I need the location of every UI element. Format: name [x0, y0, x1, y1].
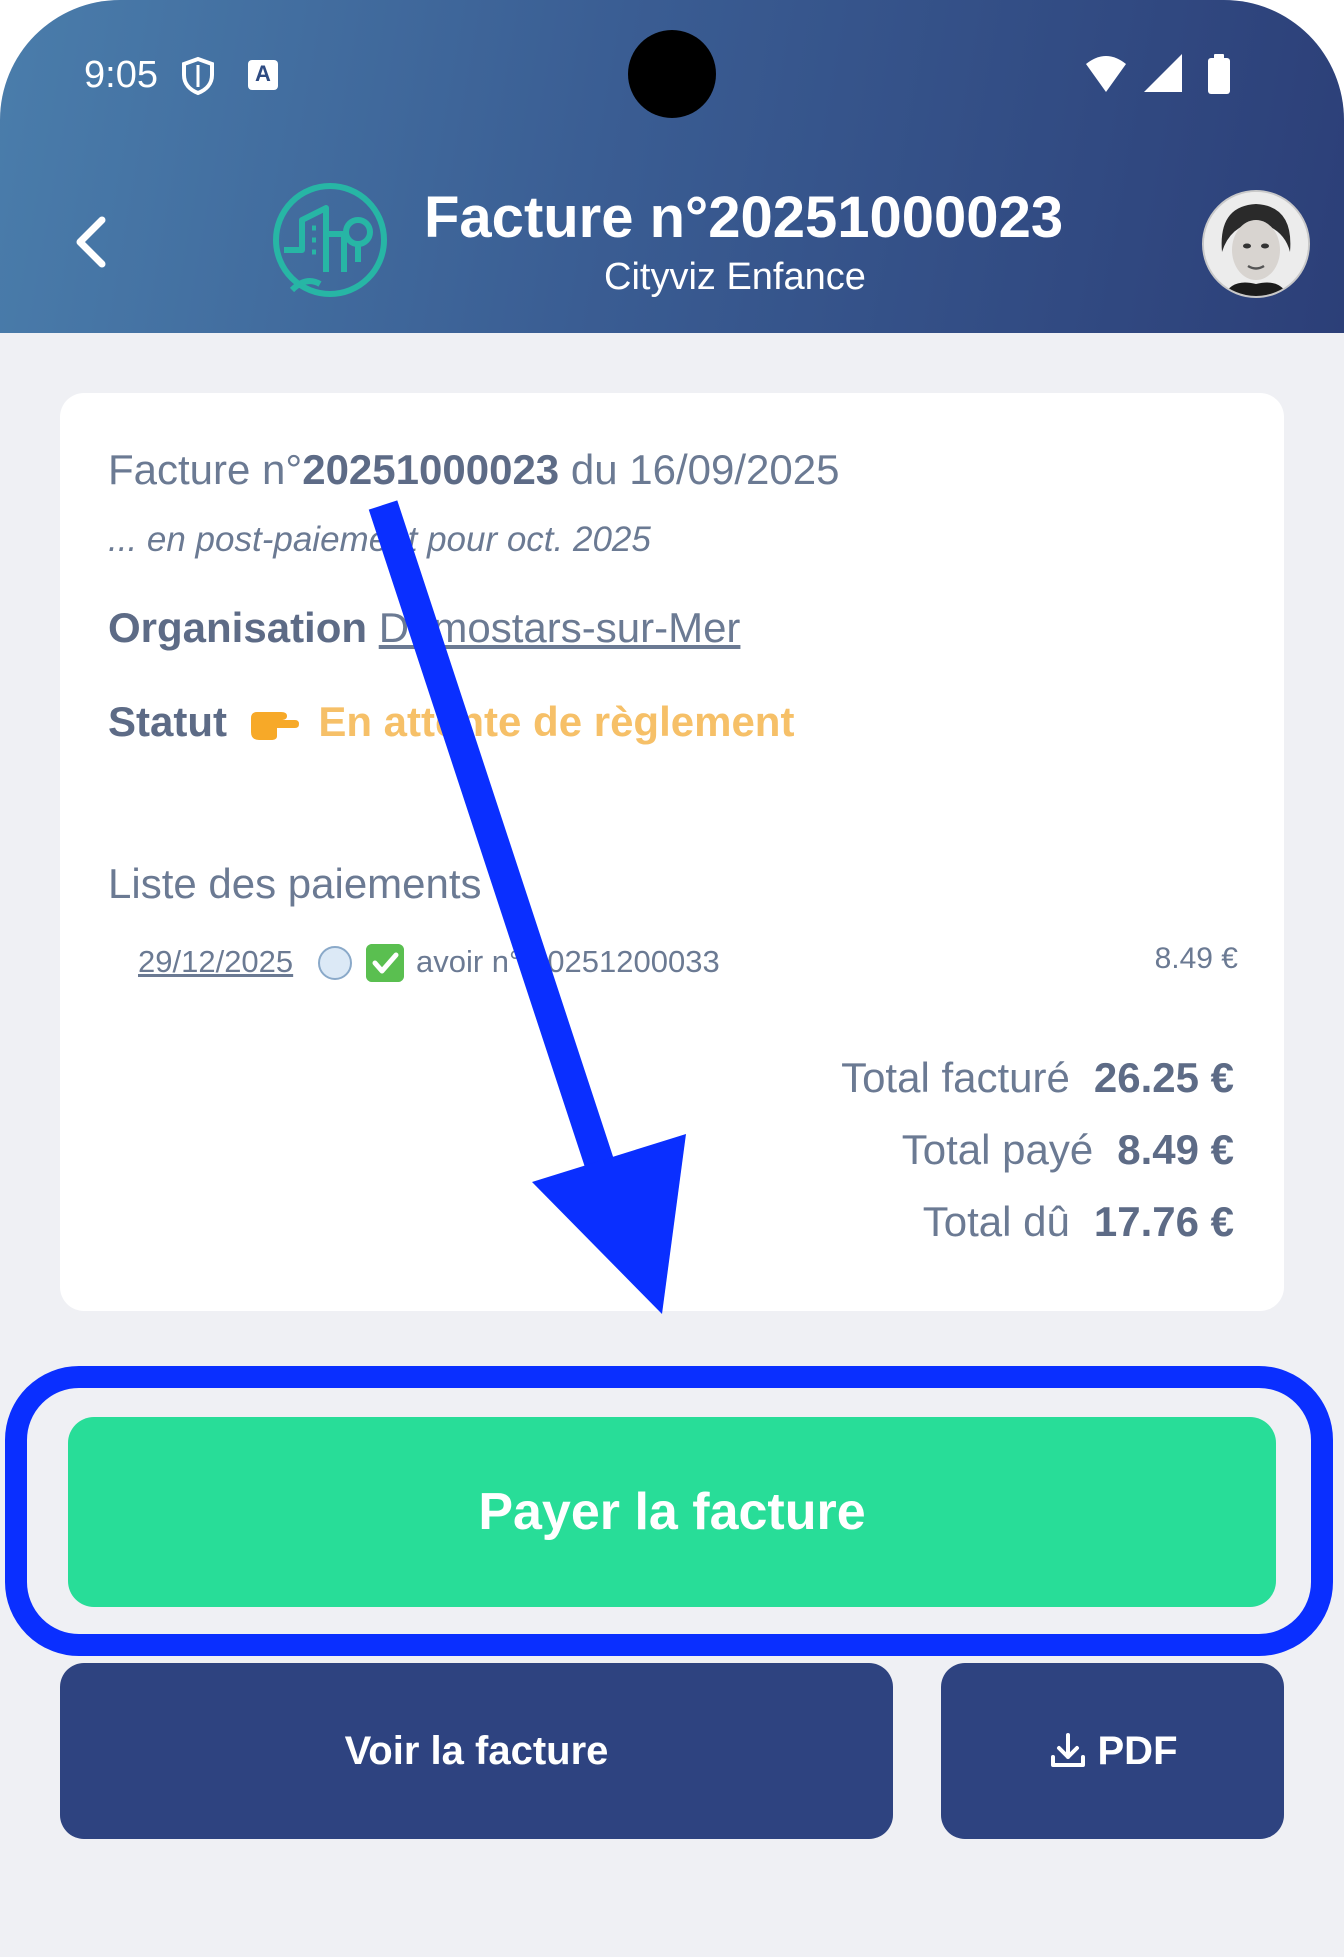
camera-cutout: [628, 30, 716, 118]
app-screen: 9:05 A Facture n°20251000023 Cityviz Enf…: [0, 0, 1344, 1957]
organisation-row: Organisation Demostars-sur-Mer: [108, 604, 740, 652]
total-paid-value: 8.49 €: [1117, 1126, 1234, 1173]
pay-invoice-button[interactable]: Payer la facture: [68, 1417, 1276, 1607]
status-value: En attente de règlement: [318, 698, 795, 745]
status-bar: 9:05 A: [0, 0, 1344, 150]
view-invoice-button[interactable]: Voir la facture: [60, 1663, 893, 1839]
user-avatar[interactable]: [1202, 190, 1310, 298]
payments-title: Liste des paiements: [108, 860, 482, 907]
clock-icon: [318, 946, 352, 980]
pdf-download-button[interactable]: PDF: [941, 1663, 1284, 1839]
avatar-portrait: [1204, 192, 1308, 296]
page-subtitle: Cityviz Enfance: [604, 256, 866, 298]
total-paid-label: Total payé: [901, 1126, 1094, 1173]
organisation-link[interactable]: Demostars-sur-Mer: [379, 604, 741, 651]
status-icons: [1086, 54, 1230, 94]
pointing-hand-icon: [250, 712, 299, 740]
download-icon: [1050, 1733, 1085, 1767]
battery-icon: [1208, 54, 1230, 94]
invoice-prefix: Facture n°: [108, 446, 303, 493]
organisation-label: Organisation: [108, 604, 368, 651]
total-paid-row: Total payé 8.49 €: [634, 1126, 1234, 1174]
total-billed-value: 26.25 €: [1093, 1054, 1234, 1101]
cityviz-logo-icon: [273, 183, 387, 297]
invoice-note: ... en post-paiement pour oct. 2025: [108, 520, 651, 559]
status-label: Statut: [108, 698, 227, 745]
pdf-label: PDF: [1097, 1728, 1178, 1773]
payment-amount: 8.49 €: [1154, 942, 1238, 975]
keyboard-a-icon: A: [248, 60, 278, 90]
phone-frame: 9:05 A Facture n°20251000023 Cityviz Enf…: [0, 0, 1344, 1957]
payment-date-link[interactable]: 29/12/2025: [138, 944, 293, 980]
payment-label: avoir n° 20251200033: [416, 944, 720, 979]
total-billed-label: Total facturé: [841, 1054, 1070, 1101]
total-due-label: Total dû: [922, 1198, 1070, 1245]
invoice-heading: Facture n°20251000023 du 16/09/2025: [108, 446, 839, 494]
wifi-icon: [1086, 56, 1126, 92]
status-row: Statut En attente de règlement: [108, 698, 794, 746]
total-due-row: Total dû 17.76 €: [634, 1198, 1234, 1246]
app-header: 9:05 A Facture n°20251000023 Cityviz Enf…: [0, 0, 1344, 333]
total-due-value: 17.76 €: [1093, 1198, 1234, 1245]
status-time: 9:05: [84, 54, 158, 96]
payment-row: 29/12/2025 avoir n° 20251200033 8.49 €: [138, 942, 1238, 986]
view-invoice-label: Voir la facture: [344, 1728, 609, 1773]
invoice-date: du 16/09/2025: [559, 446, 840, 493]
signal-icon: [1144, 54, 1182, 92]
pay-invoice-label: Payer la facture: [478, 1483, 866, 1541]
shield-icon: [182, 56, 214, 96]
total-billed-row: Total facturé 26.25 €: [634, 1054, 1234, 1102]
chevron-left-icon[interactable]: [66, 210, 116, 274]
page-title: Facture n°20251000023: [424, 185, 1064, 250]
check-mark-icon: [366, 944, 404, 982]
invoice-number: 20251000023: [302, 446, 560, 493]
